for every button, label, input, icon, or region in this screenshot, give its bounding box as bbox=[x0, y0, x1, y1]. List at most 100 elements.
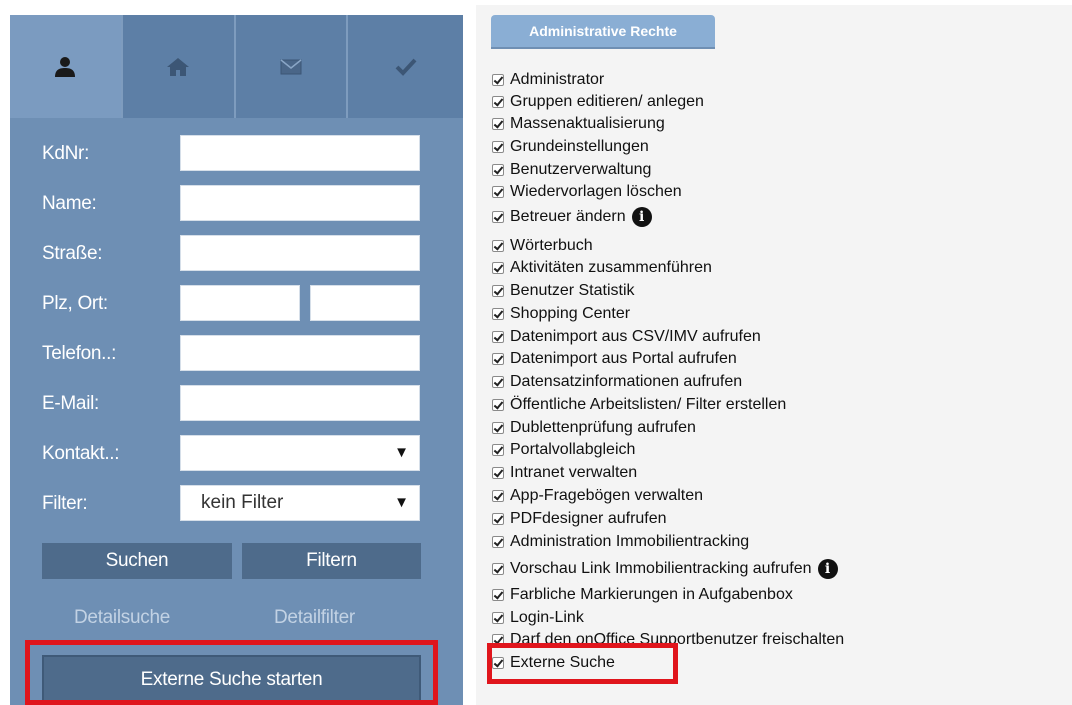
right-label: Betreuer ändern bbox=[510, 208, 626, 225]
checkmark-icon bbox=[395, 58, 417, 76]
right-checkbox[interactable] bbox=[492, 589, 504, 601]
kontakt-label: Kontakt..: bbox=[42, 443, 120, 464]
tab-properties[interactable] bbox=[123, 15, 236, 118]
filtern-button[interactable]: Filtern bbox=[242, 543, 421, 579]
filter-label: Filter: bbox=[42, 493, 88, 514]
right-item: Massenaktualisierung bbox=[492, 113, 665, 135]
telefon-label: Telefon..: bbox=[42, 343, 117, 364]
right-checkbox[interactable] bbox=[492, 331, 504, 343]
rights-panel: Administrative Rechte Administrator Grupp… bbox=[476, 5, 1072, 705]
right-checkbox[interactable] bbox=[492, 118, 504, 130]
right-checkbox[interactable] bbox=[492, 376, 504, 388]
right-checkbox[interactable] bbox=[492, 612, 504, 624]
right-checkbox[interactable] bbox=[492, 444, 504, 456]
right-checkbox[interactable] bbox=[492, 74, 504, 86]
tab-bar bbox=[10, 15, 463, 118]
right-item: Benutzer Statistik bbox=[492, 280, 635, 302]
kdnr-input[interactable] bbox=[180, 135, 420, 171]
email-input[interactable] bbox=[180, 385, 420, 421]
right-item: Intranet verwalten bbox=[492, 462, 637, 484]
right-item: Gruppen editieren/ anlegen bbox=[492, 91, 704, 113]
kdnr-row: KdNr: bbox=[10, 135, 463, 175]
search-panel: KdNr: Name: Straße: Plz, Ort: Telefon..:… bbox=[10, 15, 463, 705]
right-label: Gruppen editieren/ anlegen bbox=[510, 93, 704, 110]
right-checkbox[interactable] bbox=[492, 490, 504, 502]
right-checkbox[interactable] bbox=[492, 563, 504, 575]
ort-input[interactable] bbox=[310, 285, 420, 321]
right-label: PDFdesigner aufrufen bbox=[510, 510, 667, 527]
right-label: Datenimport aus CSV/IMV aufrufen bbox=[510, 328, 761, 345]
right-checkbox[interactable] bbox=[492, 467, 504, 479]
email-label: E-Mail: bbox=[42, 393, 100, 414]
filter-select[interactable]: kein Filter ▼ bbox=[180, 485, 420, 521]
email-row: E-Mail: bbox=[10, 385, 463, 425]
name-row: Name: bbox=[10, 185, 463, 225]
detailsuche-link[interactable]: Detailsuche bbox=[74, 607, 170, 629]
right-label: Wiedervorlagen löschen bbox=[510, 183, 682, 200]
dropdown-arrow-icon: ▼ bbox=[394, 494, 409, 511]
right-checkbox[interactable] bbox=[492, 308, 504, 320]
right-checkbox[interactable] bbox=[492, 422, 504, 434]
right-label: App-Fragebögen verwalten bbox=[510, 487, 704, 504]
info-icon[interactable]: i bbox=[817, 559, 838, 579]
right-checkbox[interactable] bbox=[492, 186, 504, 198]
right-label: Wörterbuch bbox=[510, 237, 593, 254]
right-checkbox[interactable] bbox=[492, 536, 504, 548]
right-item: Shopping Center bbox=[492, 303, 630, 325]
filter-row: Filter: kein Filter ▼ bbox=[10, 485, 463, 525]
filter-select-value: kein Filter bbox=[201, 492, 284, 513]
right-checkbox[interactable] bbox=[492, 353, 504, 365]
tab-tasks[interactable] bbox=[348, 15, 463, 118]
tab-contacts[interactable] bbox=[10, 15, 123, 118]
right-label: Intranet verwalten bbox=[510, 464, 638, 481]
right-checkbox[interactable] bbox=[492, 96, 504, 108]
right-item: Datensatzinformationen aufrufen bbox=[492, 371, 742, 393]
strasse-label: Straße: bbox=[42, 243, 103, 264]
right-checkbox[interactable] bbox=[492, 211, 504, 223]
right-item: App-Fragebögen verwalten bbox=[492, 485, 703, 507]
right-item: Administration Immobilientracking bbox=[492, 531, 749, 553]
kdnr-label: KdNr: bbox=[42, 143, 90, 164]
right-item: Grundeinstellungen bbox=[492, 136, 649, 158]
right-item: Portalvollabgleich bbox=[492, 439, 635, 461]
right-item: Administrator bbox=[492, 69, 604, 91]
right-label: Benutzerverwaltung bbox=[510, 161, 652, 178]
right-checkbox[interactable] bbox=[492, 262, 504, 274]
right-item: Dublettenprüfung aufrufen bbox=[492, 417, 696, 439]
right-label: Administrator bbox=[510, 71, 605, 88]
right-checkbox[interactable] bbox=[492, 240, 504, 252]
highlight-box-left bbox=[25, 640, 438, 705]
right-checkbox[interactable] bbox=[492, 285, 504, 297]
suchen-button[interactable]: Suchen bbox=[42, 543, 232, 579]
right-item: Aktivitäten zusammenführen bbox=[492, 257, 712, 279]
envelope-icon bbox=[280, 58, 302, 74]
right-checkbox[interactable] bbox=[492, 399, 504, 411]
right-item: Datenimport aus Portal aufrufen bbox=[492, 348, 737, 370]
right-checkbox[interactable] bbox=[492, 141, 504, 153]
right-label: Öffentliche Arbeitslisten/ Filter erstel… bbox=[510, 396, 787, 413]
name-input[interactable] bbox=[180, 185, 420, 221]
right-label: Massenaktualisierung bbox=[510, 115, 665, 132]
plz-input[interactable] bbox=[180, 285, 300, 321]
right-checkbox[interactable] bbox=[492, 164, 504, 176]
plz-ort-label: Plz, Ort: bbox=[42, 293, 108, 314]
right-label: Grundeinstellungen bbox=[510, 138, 649, 155]
strasse-row: Straße: bbox=[10, 235, 463, 275]
home-icon bbox=[167, 57, 190, 76]
kontakt-select[interactable]: ▼ bbox=[180, 435, 420, 471]
dropdown-arrow-icon: ▼ bbox=[394, 444, 409, 461]
info-icon[interactable]: i bbox=[631, 207, 652, 227]
tab-mail[interactable] bbox=[236, 15, 349, 118]
right-label: Shopping Center bbox=[510, 305, 631, 322]
right-item: Login-Link bbox=[492, 607, 584, 629]
right-checkbox[interactable] bbox=[492, 513, 504, 525]
right-item: Datenimport aus CSV/IMV aufrufen bbox=[492, 326, 761, 348]
name-label: Name: bbox=[42, 193, 97, 214]
detailfilter-link[interactable]: Detailfilter bbox=[274, 607, 355, 629]
plz-ort-row: Plz, Ort: bbox=[10, 285, 463, 325]
strasse-input[interactable] bbox=[180, 235, 420, 271]
tab-administrative-rechte[interactable]: Administrative Rechte bbox=[491, 15, 715, 49]
telefon-input[interactable] bbox=[180, 335, 420, 371]
kontakt-row: Kontakt..: ▼ bbox=[10, 435, 463, 475]
telefon-row: Telefon..: bbox=[10, 335, 463, 375]
